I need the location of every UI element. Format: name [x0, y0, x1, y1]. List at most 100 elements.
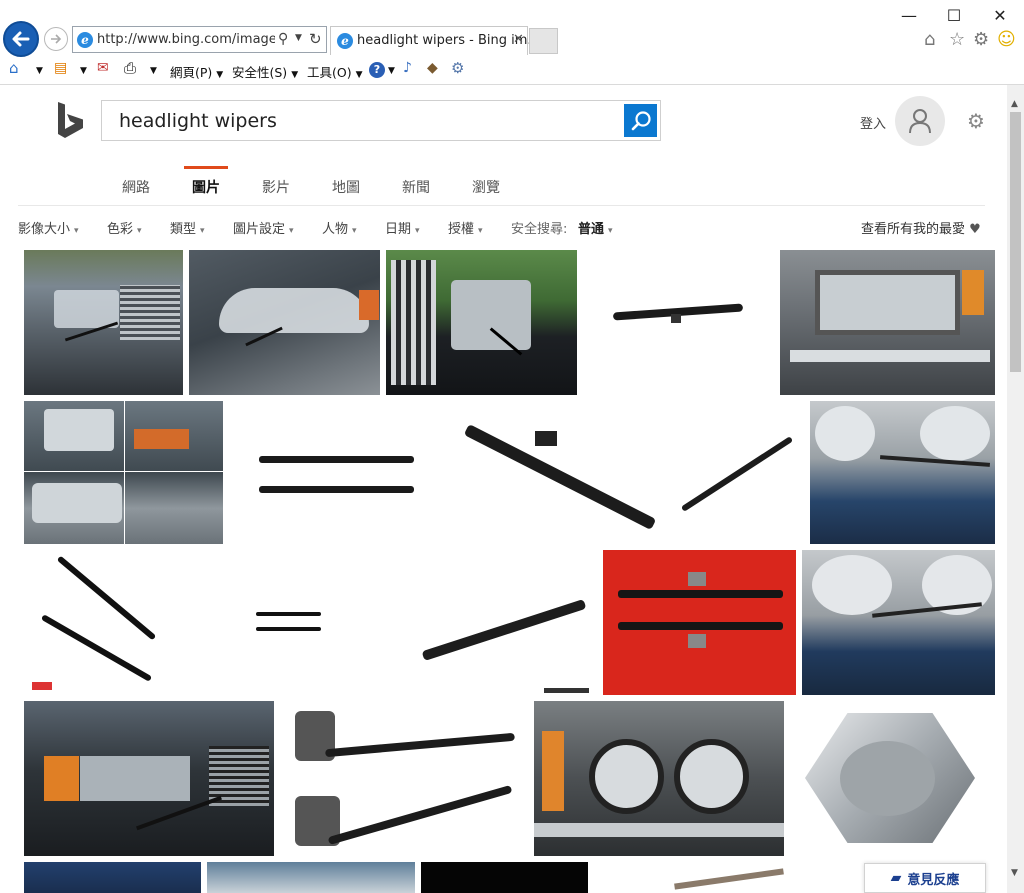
page-menu[interactable]: 網頁(P) ▼ [170, 62, 223, 81]
filter-image-size[interactable]: 影像大小 ▾ [18, 218, 79, 237]
new-tab-button[interactable] [529, 28, 558, 54]
bing-logo[interactable] [56, 102, 86, 138]
tab-news[interactable]: 新聞 [402, 177, 430, 197]
tools-menu[interactable]: 工具(O) ▼ [307, 62, 363, 81]
image-result[interactable] [594, 862, 858, 893]
filter-color[interactable]: 色彩 ▾ [107, 218, 142, 237]
search-icon[interactable]: ⚲ [278, 31, 288, 47]
tab-maps[interactable]: 地圖 [332, 177, 360, 197]
scroll-down-icon[interactable]: ▼ [1011, 868, 1018, 878]
safe-search-value: 普通 [578, 222, 605, 237]
print-icon[interactable]: ⎙ [124, 59, 136, 77]
chevron-down-icon: ▾ [137, 226, 142, 236]
filter-license[interactable]: 授權 ▾ [448, 218, 483, 237]
image-result[interactable] [207, 862, 415, 893]
page-menu-label: 網頁(P) [170, 65, 213, 80]
back-button[interactable] [3, 21, 39, 57]
image-result[interactable] [802, 550, 995, 695]
vertical-scrollbar[interactable]: ▲ ▼ [1007, 85, 1024, 893]
image-result[interactable] [810, 401, 995, 544]
safety-menu-label: 安全性(S) [232, 65, 288, 80]
image-result[interactable] [603, 550, 796, 695]
user-icon [909, 109, 931, 134]
minimize-button[interactable]: — [889, 2, 929, 28]
home-dropdown-icon[interactable]: ▼ [36, 66, 43, 76]
image-result[interactable] [421, 862, 588, 893]
extension-icon[interactable]: ◆ [427, 60, 438, 76]
maximize-button[interactable]: ☐ [934, 2, 974, 28]
filter-label: 類型 [170, 222, 197, 237]
home-icon[interactable]: ⌂ [9, 59, 19, 77]
command-bar: ⌂ ▼ ▤ ▼ ✉ ⎙ ▼ 網頁(P) ▼ 安全性(S) ▼ 工具(O) ▼ ?… [0, 58, 1024, 84]
image-result[interactable] [24, 701, 274, 856]
filter-people[interactable]: 人物 ▾ [322, 218, 357, 237]
safe-search-dropdown[interactable]: 普通 ▾ [578, 218, 613, 237]
tab-close-icon[interactable]: ✕ [513, 32, 524, 47]
image-result[interactable] [780, 250, 995, 395]
settings-gear-icon[interactable]: ⚙ [967, 109, 985, 133]
safety-menu[interactable]: 安全性(S) ▼ [232, 62, 298, 81]
image-result[interactable] [189, 250, 380, 395]
help-icon[interactable]: ? [369, 62, 385, 78]
image-result[interactable] [450, 401, 661, 544]
chat-bubble-icon: ▰ [890, 870, 902, 886]
help-dropdown-icon[interactable]: ▼ [388, 66, 395, 76]
browser-tab[interactable]: e headlight wipers - Bing im... ✕ [330, 26, 540, 55]
print-dropdown-icon[interactable]: ▼ [150, 66, 157, 76]
login-link[interactable]: 登入 [860, 113, 886, 132]
tab-videos[interactable]: 影片 [262, 177, 290, 197]
image-result[interactable] [583, 250, 774, 395]
image-result[interactable] [24, 550, 175, 695]
image-result[interactable] [24, 862, 201, 893]
tab-favicon-icon: e [337, 33, 353, 49]
browser-chrome: e http://www.bing.com/images/s ⚲ ▼ ↻ e h… [0, 0, 1024, 85]
address-url[interactable]: http://www.bing.com/images/s [97, 32, 275, 47]
image-result[interactable] [24, 401, 223, 544]
research-icon[interactable]: ♪ [403, 60, 412, 76]
tab-explore[interactable]: 瀏覽 [472, 177, 500, 197]
image-result[interactable] [534, 701, 784, 856]
feedback-button[interactable]: ▰ 意見反應 [864, 863, 986, 893]
tab-web[interactable]: 網路 [122, 177, 150, 197]
scroll-up-icon[interactable]: ▲ [1011, 99, 1018, 109]
favorites-star-icon[interactable]: ☆ [949, 29, 965, 50]
favorites-link[interactable]: 查看所有我的最愛 ♥ [861, 218, 981, 237]
chevron-down-icon: ▾ [608, 226, 613, 236]
search-input[interactable] [119, 109, 609, 133]
address-bar[interactable]: e http://www.bing.com/images/s ⚲ ▼ ↻ [72, 26, 327, 53]
image-result[interactable] [790, 701, 995, 856]
filter-label: 日期 [385, 222, 412, 237]
avatar[interactable] [895, 96, 945, 146]
active-tab-indicator [184, 166, 228, 169]
chevron-down-icon: ▾ [415, 226, 420, 236]
search-button[interactable] [624, 104, 657, 137]
close-window-button[interactable]: ✕ [980, 2, 1020, 28]
image-result[interactable] [404, 550, 597, 695]
settings-gear-icon[interactable]: ⚙ [451, 59, 464, 77]
refresh-icon[interactable]: ↻ [309, 30, 322, 48]
home-icon[interactable]: ⌂ [924, 29, 935, 50]
search-icon [631, 110, 651, 130]
filter-layout[interactable]: 圖片設定 ▾ [233, 218, 294, 237]
scrollbar-thumb[interactable] [1010, 112, 1021, 372]
feeds-icon[interactable]: ▤ [54, 60, 67, 76]
forward-arrow-icon [51, 34, 62, 44]
dropdown-icon[interactable]: ▼ [295, 33, 302, 43]
tab-images[interactable]: 圖片 [192, 177, 220, 197]
image-result[interactable] [229, 401, 444, 544]
forward-button[interactable] [44, 27, 68, 51]
read-mail-icon[interactable]: ✉ [97, 60, 109, 76]
filter-label: 影像大小 [18, 222, 71, 237]
image-result[interactable] [280, 701, 528, 856]
feeds-dropdown-icon[interactable]: ▼ [80, 66, 87, 76]
filter-date[interactable]: 日期 ▾ [385, 218, 420, 237]
image-result[interactable] [667, 401, 804, 544]
filter-type[interactable]: 類型 ▾ [170, 218, 205, 237]
image-result[interactable] [181, 550, 398, 695]
tools-gear-icon[interactable]: ⚙ [973, 29, 989, 50]
tools-menu-label: 工具(O) [307, 65, 352, 80]
image-result[interactable] [24, 250, 183, 395]
image-result[interactable] [386, 250, 577, 395]
smiley-feedback-icon[interactable]: ☺ [997, 29, 1016, 50]
back-arrow-icon [12, 31, 30, 47]
